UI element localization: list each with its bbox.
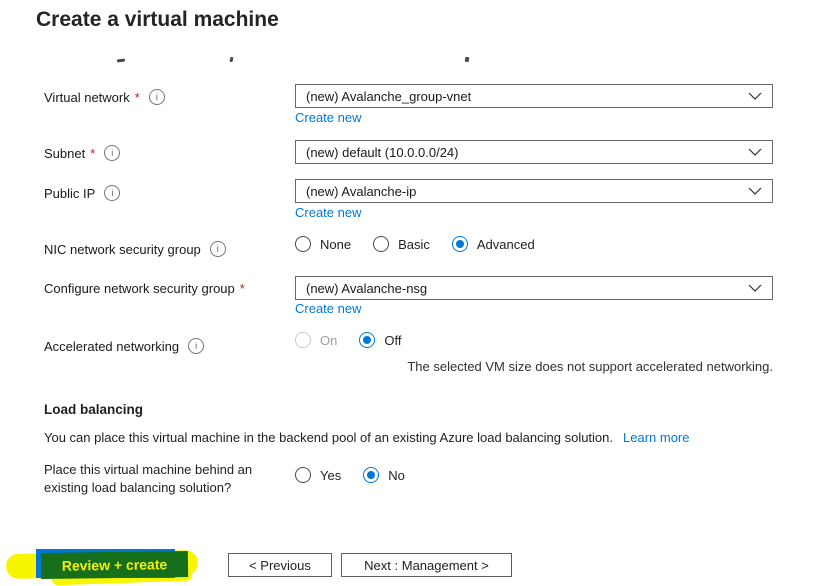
description-text: You can place this virtual machine in th… (44, 430, 614, 445)
nic-nsg-label: NIC network security group i (44, 241, 226, 257)
create-new-vnet-link[interactable]: Create new (295, 110, 361, 125)
selected-value: (new) default (10.0.0.0/24) (306, 144, 459, 160)
question-line-2: existing load balancing solution? (44, 480, 232, 495)
chevron-down-icon (748, 92, 762, 100)
accelerated-networking-radio-group: On Off (295, 332, 401, 348)
info-icon[interactable]: i (148, 89, 165, 105)
label-text: Public IP (44, 185, 96, 201)
create-new-public-ip-link[interactable]: Create new (295, 205, 361, 220)
subnet-select[interactable]: (new) default (10.0.0.0/24) (295, 140, 773, 164)
radio-button-icon (359, 332, 376, 348)
radio-label: None (320, 236, 352, 252)
required-asterisk: * (239, 281, 245, 296)
cropped-text-artifact (116, 58, 126, 63)
radio-option-yes[interactable]: Yes (295, 467, 341, 483)
learn-more-link[interactable]: Learn more (623, 430, 689, 445)
load-balancing-question: Place this virtual machine behind an exi… (44, 461, 252, 497)
info-icon[interactable]: i (209, 241, 226, 257)
next-management-button[interactable]: Next : Management > (341, 553, 512, 577)
accelerated-networking-label: Accelerated networking i (44, 338, 205, 354)
radio-option-off[interactable]: Off (359, 332, 401, 348)
selected-value: (new) Avalanche_group-vnet (306, 88, 472, 104)
info-icon[interactable]: i (188, 338, 205, 354)
label-text: Accelerated networking (44, 338, 180, 354)
required-asterisk: * (134, 89, 140, 105)
label-text: Subnet (44, 145, 86, 161)
public-ip-select[interactable]: (new) Avalanche-ip (295, 179, 773, 203)
load-balancing-description: You can place this virtual machine in th… (44, 430, 690, 445)
chevron-down-icon (748, 284, 762, 292)
create-vm-page: Create a virtual machine Virtual network… (0, 0, 828, 586)
radio-button-icon (451, 236, 468, 252)
subnet-label: Subnet * i (44, 145, 121, 161)
radio-label: On (320, 332, 338, 348)
radio-option-basic[interactable]: Basic (373, 236, 430, 252)
radio-label: No (388, 467, 405, 483)
radio-option-no[interactable]: No (363, 467, 405, 483)
review-create-button[interactable]: Review + create (40, 550, 189, 580)
radio-option-advanced[interactable]: Advanced (451, 236, 535, 252)
radio-label: Basic (398, 236, 430, 252)
radio-button-icon (295, 236, 311, 252)
radio-button-icon (295, 332, 311, 348)
virtual-network-label: Virtual network * i (44, 89, 165, 105)
selected-value: (new) Avalanche-nsg (306, 280, 428, 296)
configure-nsg-label: Configure network security group * (44, 281, 245, 296)
radio-label: Yes (320, 467, 342, 483)
cropped-text-artifact (229, 56, 234, 63)
chevron-down-icon (748, 187, 762, 195)
page-title: Create a virtual machine (36, 8, 279, 31)
radio-button-icon (363, 467, 380, 483)
info-icon[interactable]: i (104, 185, 121, 201)
radio-option-none[interactable]: None (295, 236, 351, 252)
nic-nsg-radio-group: None Basic Advanced (295, 236, 535, 252)
radio-label: Off (384, 332, 402, 348)
vm-size-note: The selected VM size does not support ac… (407, 359, 773, 374)
virtual-network-select[interactable]: (new) Avalanche_group-vnet (295, 84, 773, 108)
radio-button-icon (295, 467, 311, 483)
create-new-nsg-link[interactable]: Create new (295, 301, 361, 316)
info-icon[interactable]: i (104, 145, 121, 161)
load-balancing-heading: Load balancing (44, 402, 144, 417)
selected-value: (new) Avalanche-ip (306, 183, 417, 199)
previous-button[interactable]: < Previous (228, 553, 332, 577)
load-balancing-radio-group: Yes No (295, 467, 405, 483)
radio-option-on: On (295, 332, 337, 348)
question-line-1: Place this virtual machine behind an (44, 462, 253, 477)
required-asterisk: * (90, 145, 96, 161)
cropped-text-artifact (464, 56, 470, 63)
label-text: NIC network security group (44, 241, 201, 257)
configure-nsg-select[interactable]: (new) Avalanche-nsg (295, 276, 773, 300)
label-text: Configure network security group (44, 281, 235, 296)
label-text: Virtual network (44, 89, 130, 105)
public-ip-label: Public IP i (44, 185, 121, 201)
radio-button-icon (373, 236, 390, 252)
radio-label: Advanced (476, 236, 535, 252)
chevron-down-icon (748, 148, 762, 156)
